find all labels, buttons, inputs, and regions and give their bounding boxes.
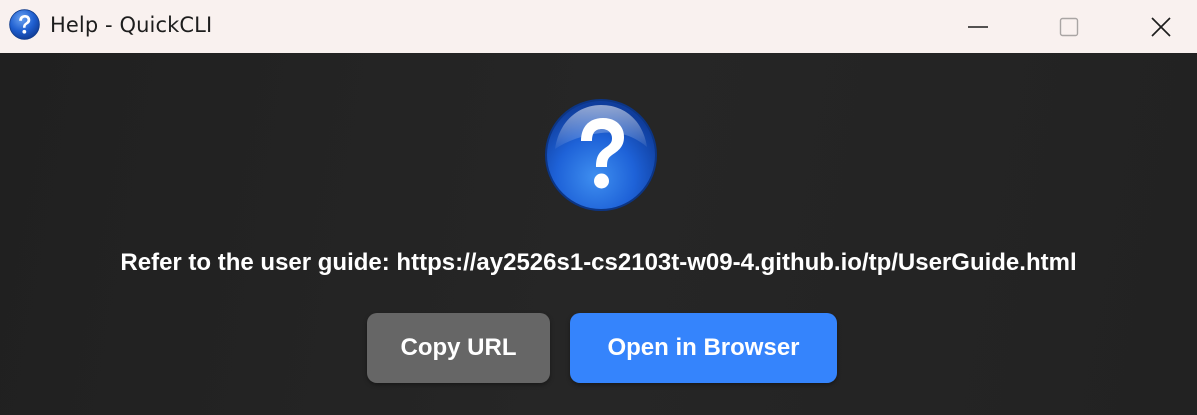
maximize-button[interactable] xyxy=(1046,0,1092,53)
user-guide-message: Refer to the user guide: https://ay2526s… xyxy=(120,249,1077,276)
close-icon xyxy=(1151,16,1171,37)
help-window: Help - QuickCLI Refer to the user guide:… xyxy=(0,0,1197,415)
minimize-button[interactable] xyxy=(955,0,1001,53)
question-mark-icon xyxy=(545,99,657,211)
open-in-browser-button[interactable]: Open in Browser xyxy=(570,313,837,383)
minimize-icon xyxy=(968,25,988,28)
dialog-content: Refer to the user guide: https://ay2526s… xyxy=(0,53,1197,415)
copy-url-button[interactable]: Copy URL xyxy=(367,313,550,383)
title-bar[interactable]: Help - QuickCLI xyxy=(0,0,1197,53)
help-icon xyxy=(9,9,40,40)
maximize-icon xyxy=(1059,17,1079,36)
close-button[interactable] xyxy=(1138,0,1184,53)
window-title: Help - QuickCLI xyxy=(50,13,213,37)
